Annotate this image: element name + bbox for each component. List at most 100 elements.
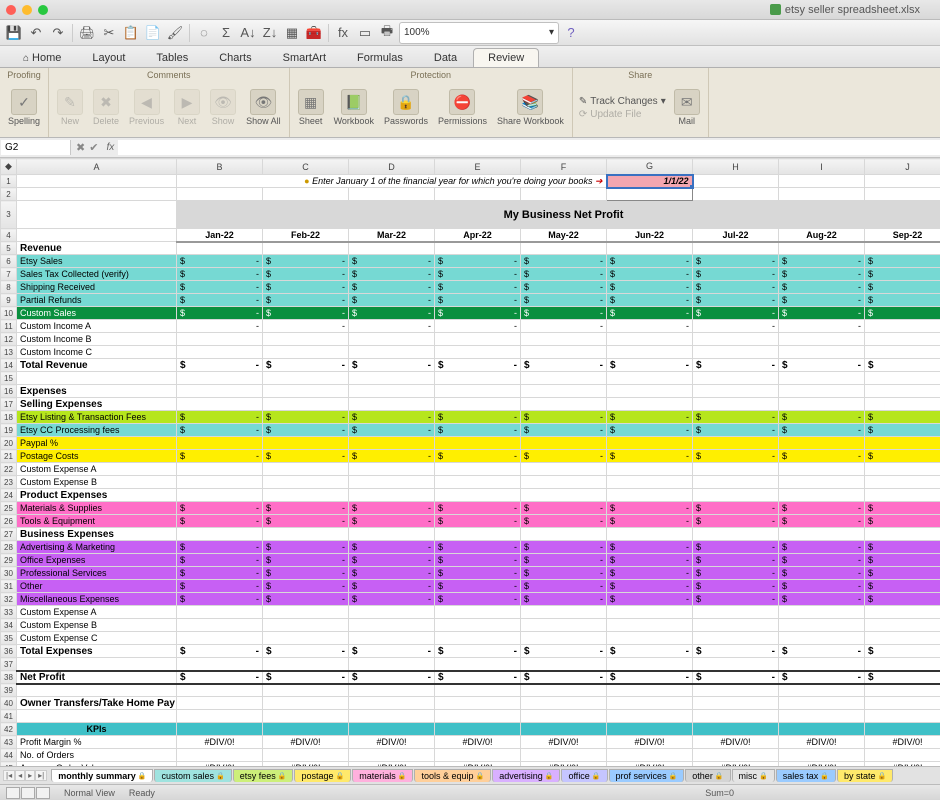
data-cell[interactable] <box>607 281 693 294</box>
data-cell[interactable] <box>865 710 940 723</box>
data-cell[interactable] <box>521 632 607 645</box>
data-cell[interactable] <box>349 515 435 528</box>
data-cell[interactable] <box>349 554 435 567</box>
data-cell[interactable]: #DIV/0! <box>177 762 263 767</box>
data-cell[interactable] <box>177 242 263 255</box>
comment-next[interactable]: ▶Next <box>172 87 202 128</box>
row-label[interactable]: Postage Costs <box>17 450 177 463</box>
data-cell[interactable] <box>779 294 865 307</box>
data-cell[interactable] <box>263 242 349 255</box>
data-cell[interactable] <box>865 606 940 619</box>
data-cell[interactable] <box>263 710 349 723</box>
data-cell[interactable] <box>177 684 263 697</box>
row-header-22[interactable]: 22 <box>1 463 17 476</box>
data-cell[interactable] <box>263 372 349 385</box>
data-cell[interactable] <box>263 606 349 619</box>
data-cell[interactable] <box>521 333 607 346</box>
data-cell[interactable] <box>607 359 693 372</box>
data-cell[interactable] <box>607 398 693 411</box>
row-label[interactable]: Total Expenses <box>17 645 177 658</box>
data-cell[interactable] <box>435 606 521 619</box>
tab-nav-first[interactable]: |◂ <box>3 770 15 781</box>
data-cell[interactable] <box>349 463 435 476</box>
view-normal-icon[interactable] <box>6 787 20 799</box>
row-label[interactable]: Custom Sales <box>17 307 177 320</box>
data-cell[interactable] <box>607 333 693 346</box>
row-label[interactable]: Selling Expenses <box>17 398 177 411</box>
data-cell[interactable] <box>607 515 693 528</box>
data-cell[interactable] <box>607 372 693 385</box>
data-cell[interactable] <box>779 333 865 346</box>
data-cell[interactable] <box>435 710 521 723</box>
data-cell[interactable] <box>693 424 779 437</box>
data-cell[interactable] <box>607 606 693 619</box>
data-cell[interactable]: #DIV/0! <box>263 736 349 749</box>
data-cell[interactable] <box>521 411 607 424</box>
row-label[interactable]: Materials & Supplies <box>17 502 177 515</box>
data-cell[interactable] <box>693 463 779 476</box>
data-cell[interactable] <box>349 242 435 255</box>
data-cell[interactable] <box>349 372 435 385</box>
data-cell[interactable] <box>779 372 865 385</box>
sheet-tab-monthly-summary[interactable]: monthly summary🔒 <box>51 769 153 782</box>
row-header-13[interactable]: 13 <box>1 346 17 359</box>
data-cell[interactable] <box>693 372 779 385</box>
row-label[interactable]: Custom Income A <box>17 320 177 333</box>
data-cell[interactable] <box>865 658 940 671</box>
data-cell[interactable] <box>263 697 349 710</box>
data-cell[interactable] <box>435 632 521 645</box>
data-cell[interactable] <box>349 333 435 346</box>
col-header-G[interactable]: G <box>607 159 693 175</box>
data-cell[interactable] <box>865 515 940 528</box>
data-cell[interactable] <box>349 398 435 411</box>
data-cell[interactable] <box>779 658 865 671</box>
data-cell[interactable] <box>349 359 435 372</box>
data-cell[interactable] <box>779 463 865 476</box>
data-cell[interactable] <box>779 593 865 606</box>
comment-showall[interactable]: 👁Show All <box>244 87 283 128</box>
data-cell[interactable] <box>779 281 865 294</box>
data-cell[interactable] <box>865 749 940 762</box>
data-cell[interactable] <box>607 411 693 424</box>
data-cell[interactable] <box>177 268 263 281</box>
data-cell[interactable] <box>435 242 521 255</box>
data-cell[interactable] <box>865 424 940 437</box>
data-cell[interactable] <box>349 489 435 502</box>
row-header-39[interactable]: 39 <box>1 684 17 697</box>
data-cell[interactable] <box>865 385 940 398</box>
data-cell[interactable] <box>607 268 693 281</box>
ribbon-tab-formulas[interactable]: Formulas <box>342 48 418 67</box>
row-header-9[interactable]: 9 <box>1 294 17 307</box>
data-cell[interactable] <box>435 450 521 463</box>
data-cell[interactable] <box>349 320 435 333</box>
data-cell[interactable] <box>263 307 349 320</box>
row-header-2[interactable]: 2 <box>1 188 17 201</box>
data-cell[interactable] <box>779 268 865 281</box>
data-cell[interactable] <box>693 333 779 346</box>
data-cell[interactable] <box>349 450 435 463</box>
data-cell[interactable] <box>607 567 693 580</box>
row-label[interactable]: Etsy Sales <box>17 255 177 268</box>
data-cell[interactable] <box>263 528 349 541</box>
protect-workbook[interactable]: 📗Workbook <box>332 87 376 128</box>
data-cell[interactable] <box>693 749 779 762</box>
data-cell[interactable] <box>435 684 521 697</box>
data-cell[interactable] <box>263 723 349 736</box>
data-cell[interactable] <box>693 502 779 515</box>
data-cell[interactable] <box>865 554 940 567</box>
row-header-3[interactable]: 3 <box>1 201 17 229</box>
data-cell[interactable] <box>607 749 693 762</box>
data-cell[interactable] <box>865 242 940 255</box>
data-cell[interactable] <box>607 502 693 515</box>
data-cell[interactable] <box>865 697 940 710</box>
data-cell[interactable] <box>607 632 693 645</box>
sheet-tab-office[interactable]: office🔒 <box>561 769 607 782</box>
save-icon[interactable]: 💾 <box>4 23 24 43</box>
data-cell[interactable] <box>349 593 435 606</box>
data-cell[interactable] <box>865 580 940 593</box>
row-header-21[interactable]: 21 <box>1 450 17 463</box>
data-cell[interactable] <box>521 554 607 567</box>
data-cell[interactable] <box>435 372 521 385</box>
gallery-icon[interactable]: ▦ <box>282 23 302 43</box>
data-cell[interactable] <box>693 671 779 684</box>
